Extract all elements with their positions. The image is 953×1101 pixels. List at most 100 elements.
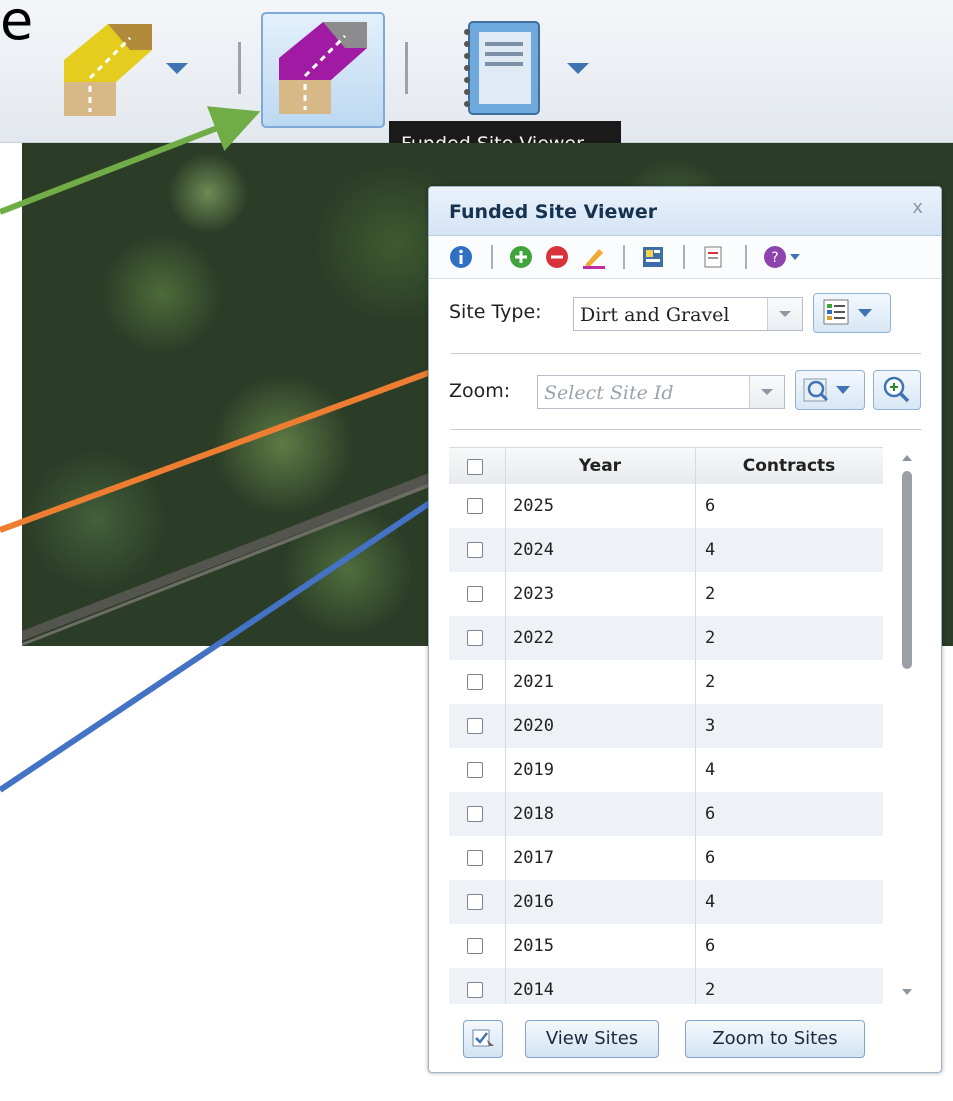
row-checkbox[interactable] [467,894,483,910]
table-row[interactable]: 2021 2 [449,660,883,705]
table-row[interactable]: 2014 2 [449,968,883,1004]
table-row[interactable]: 2017 6 [449,836,883,881]
cut-off-title: e [0,0,34,52]
row-checkbox[interactable] [467,674,483,690]
contracts-cell: 6 [705,936,716,956]
info-icon[interactable] [449,245,473,269]
view-sites-button[interactable]: View Sites [525,1020,659,1058]
toolbar-separator [238,42,241,94]
help-icon[interactable]: ? [763,245,801,269]
zoom-map-icon [803,378,850,402]
row-checkbox[interactable] [467,938,483,954]
zoom-to-sites-button[interactable]: Zoom to Sites [685,1020,865,1058]
year-cell: 2023 [513,584,554,604]
table-row[interactable]: 2019 4 [449,748,883,793]
row-checkbox[interactable] [467,762,483,778]
notebook-tool-button[interactable] [455,18,551,118]
table-row[interactable]: 2018 6 [449,792,883,837]
contracts-cell: 6 [705,496,716,516]
zoom-label: Zoom: [449,380,511,402]
year-cell: 2015 [513,936,554,956]
funded-site-viewer-tool-button[interactable] [261,12,385,128]
year-cell: 2014 [513,980,554,1000]
add-icon[interactable] [509,245,533,269]
year-cell: 2021 [513,672,554,692]
year-cell: 2025 [513,496,554,516]
checkbox-select-icon [472,1029,494,1047]
close-icon[interactable]: x [912,197,923,218]
notebook-dropdown-arrow[interactable] [567,63,589,74]
year-cell: 2019 [513,760,554,780]
zoom-in-button[interactable] [873,370,921,410]
zoom-options-button[interactable] [795,370,865,410]
contracts-cell: 4 [705,760,716,780]
contracts-cell: 3 [705,716,716,736]
contracts-cell: 2 [705,628,716,648]
contracts-cell: 4 [705,540,716,560]
site-id-placeholder: Select Site Id [544,382,674,404]
divider [451,353,921,354]
dirt-gravel-tool-button[interactable] [60,20,156,120]
dirt-gravel-dropdown-arrow[interactable] [166,63,188,74]
table-row[interactable]: 2020 3 [449,704,883,749]
zoom-in-icon [883,376,910,403]
year-cell: 2020 [513,716,554,736]
table-row[interactable]: 2015 6 [449,924,883,969]
site-type-select[interactable]: Dirt and Gravel [573,297,803,331]
year-cell: 2016 [513,892,554,912]
export-icon[interactable] [701,245,725,269]
column-divider [695,448,696,1004]
row-checkbox[interactable] [467,850,483,866]
edit-icon[interactable] [581,245,607,269]
panel-title: Funded Site Viewer [449,201,658,223]
row-checkbox[interactable] [467,718,483,734]
row-checkbox[interactable] [467,498,483,514]
toolbar-separator [745,245,747,269]
funded-road-icon [279,22,367,114]
row-checkbox[interactable] [467,542,483,558]
table-header: Year Contracts [449,448,883,485]
table-scrollbar[interactable] [893,447,921,1003]
column-header-year[interactable]: Year [505,456,695,476]
site-type-value: Dirt and Gravel [580,304,730,326]
select-all-checkbox[interactable] [467,459,483,475]
table-row[interactable]: 2023 2 [449,572,883,617]
site-id-select[interactable]: Select Site Id [537,375,785,409]
select-sites-button[interactable] [463,1020,503,1058]
contracts-cell: 6 [705,804,716,824]
remove-icon[interactable] [545,245,569,269]
year-cell: 2024 [513,540,554,560]
legend-icon [823,299,872,325]
chevron-down-icon[interactable] [749,376,784,408]
contracts-cell: 2 [705,584,716,604]
toolbar-separator [405,42,408,94]
table-row[interactable]: 2022 2 [449,616,883,661]
row-checkbox[interactable] [467,586,483,602]
toolbar-separator [623,245,625,269]
report-icon[interactable] [641,245,665,269]
funded-site-viewer-panel: Funded Site Viewer x ? Site Type: Dirt a… [428,186,942,1073]
site-type-label: Site Type: [449,301,542,323]
column-header-contracts[interactable]: Contracts [695,456,883,476]
divider [451,429,921,430]
row-checkbox[interactable] [467,806,483,822]
scroll-up-icon[interactable] [902,455,912,461]
table-row[interactable]: 2016 4 [449,880,883,925]
row-checkbox[interactable] [467,982,483,998]
scroll-thumb[interactable] [902,471,912,669]
chevron-down-icon[interactable] [767,298,802,330]
year-cell: 2022 [513,628,554,648]
svg-text:?: ? [771,250,778,266]
toolbar-separator [683,245,685,269]
row-checkbox[interactable] [467,630,483,646]
contracts-cell: 6 [705,848,716,868]
road-segment-icon [64,24,152,116]
panel-header: Funded Site Viewer x [429,187,941,236]
scroll-down-icon[interactable] [902,989,912,995]
legend-options-button[interactable] [813,293,891,333]
table-row[interactable]: 2024 4 [449,528,883,573]
table-row[interactable]: 2025 6 [449,484,883,529]
contracts-cell: 4 [705,892,716,912]
panel-toolbar: ? [429,236,941,279]
year-contracts-table: Year Contracts 2025 6 2024 4 2023 2 2022 2 2021 2… [449,447,883,1004]
